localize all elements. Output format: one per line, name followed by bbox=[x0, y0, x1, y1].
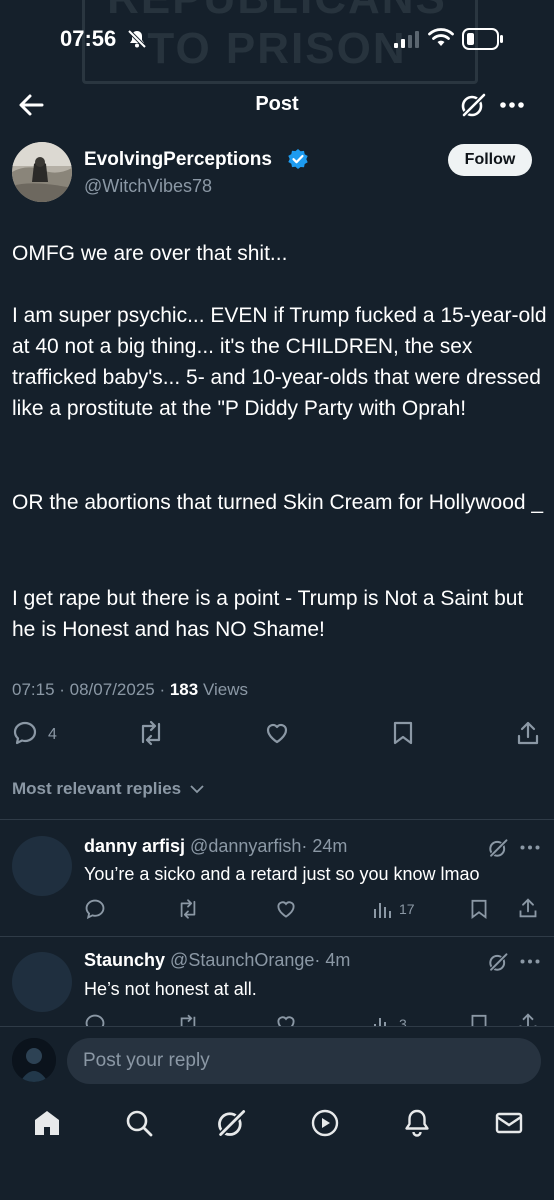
video-icon[interactable] bbox=[310, 1108, 340, 1138]
grok-icon[interactable] bbox=[460, 92, 486, 118]
more-icon[interactable] bbox=[500, 102, 524, 108]
reply-author-name[interactable]: Staunchy bbox=[84, 950, 165, 970]
reply-icon[interactable] bbox=[12, 720, 38, 746]
grok-icon[interactable] bbox=[488, 952, 508, 972]
bookmark-icon[interactable] bbox=[470, 898, 488, 920]
like-icon[interactable] bbox=[275, 898, 297, 920]
grok-icon[interactable] bbox=[488, 838, 508, 858]
post-meta: 07:15 · 08/07/2025 · 183 Views bbox=[12, 680, 248, 700]
post-text-paragraph-4: I get rape but there is a point - Trump … bbox=[12, 587, 524, 641]
like-icon[interactable] bbox=[264, 720, 290, 746]
post-text-paragraph-1: OMFG we are over that shit... bbox=[12, 242, 288, 265]
divider bbox=[0, 819, 554, 820]
status-bar: 07:56 bbox=[0, 0, 554, 76]
replies-sort-dropdown[interactable]: Most relevant replies bbox=[12, 779, 204, 799]
reply-time: · 24m bbox=[301, 836, 348, 856]
reply-icon[interactable] bbox=[84, 898, 106, 920]
my-avatar[interactable] bbox=[12, 1038, 56, 1082]
reply-text: You’re a sicko and a retard just so you … bbox=[84, 864, 480, 884]
reply-author-handle[interactable]: @StaunchOrange bbox=[170, 950, 314, 970]
battery-icon bbox=[462, 28, 503, 50]
reply-avatar[interactable] bbox=[12, 952, 72, 1012]
reply-composer bbox=[0, 1026, 554, 1099]
post-text-paragraph-3: OR the abortions that turned Skin Cream … bbox=[12, 491, 544, 514]
views-count[interactable]: 183 bbox=[170, 680, 198, 699]
divider bbox=[0, 936, 554, 937]
author-display-name[interactable]: EvolvingPerceptions bbox=[84, 149, 272, 171]
status-time: 07:56 bbox=[60, 26, 117, 51]
reply-time: · 4m bbox=[314, 950, 351, 970]
reply-header: Staunchy @StaunchOrange· 4m bbox=[84, 950, 350, 971]
top-nav: Post bbox=[0, 80, 554, 130]
follow-button[interactable]: Follow bbox=[448, 144, 532, 176]
replies-sort-label: Most relevant replies bbox=[12, 779, 182, 798]
bottom-tab-bar bbox=[0, 1098, 554, 1200]
messages-icon[interactable] bbox=[494, 1108, 524, 1138]
reply-author-handle[interactable]: @dannyarfish bbox=[190, 836, 301, 856]
reply-input[interactable] bbox=[67, 1038, 541, 1084]
views-label: Views bbox=[198, 680, 248, 699]
silent-bell-icon bbox=[127, 29, 147, 49]
views-icon[interactable] bbox=[373, 900, 393, 918]
more-icon[interactable] bbox=[520, 845, 540, 850]
author-avatar[interactable] bbox=[12, 142, 72, 202]
search-icon[interactable] bbox=[124, 1108, 154, 1138]
reply-view-count: 17 bbox=[399, 901, 415, 917]
reply-count: 4 bbox=[48, 726, 57, 743]
cellular-signal-icon bbox=[394, 31, 419, 48]
chevron-down-icon bbox=[190, 785, 204, 794]
post-timestamp: 07:15 · 08/07/2025 · bbox=[12, 680, 170, 699]
repost-icon[interactable] bbox=[176, 898, 200, 920]
post-text-paragraph-2: I am super psychic... EVEN if Trump fuck… bbox=[12, 304, 547, 420]
bookmark-icon[interactable] bbox=[392, 720, 414, 746]
more-icon[interactable] bbox=[520, 959, 540, 964]
repost-icon[interactable] bbox=[136, 720, 166, 746]
home-icon[interactable] bbox=[32, 1108, 62, 1138]
grok-icon[interactable] bbox=[216, 1108, 246, 1138]
reply-avatar[interactable] bbox=[12, 836, 72, 896]
author-handle[interactable]: @WitchVibes78 bbox=[84, 176, 212, 197]
reply-header: danny arfisj @dannyarfish· 24m bbox=[84, 836, 347, 857]
wifi-icon bbox=[428, 28, 454, 46]
post-action-bar: 4 bbox=[0, 720, 554, 752]
verified-badge-icon bbox=[288, 149, 308, 169]
share-icon[interactable] bbox=[516, 720, 540, 746]
reply-author-name[interactable]: danny arfisj bbox=[84, 836, 185, 856]
notifications-icon[interactable] bbox=[402, 1108, 432, 1138]
reply-text: He’s not honest at all. bbox=[84, 979, 257, 999]
share-icon[interactable] bbox=[518, 897, 538, 919]
